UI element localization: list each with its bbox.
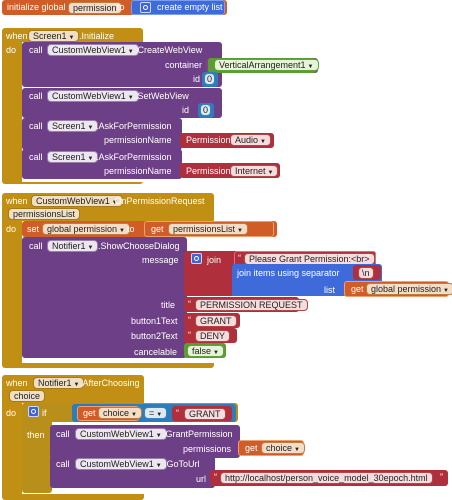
number-value-0[interactable]: 0 <box>204 73 216 85</box>
permission-name-label: permissionName <box>104 166 172 176</box>
customwebview1-dropdown[interactable]: CustomWebView1 ▼ <box>47 44 139 56</box>
call-label: call <box>29 91 43 101</box>
then-label: then <box>27 430 45 440</box>
cancelable-label: cancelable <box>134 347 178 357</box>
show-choose-dialog-method: .ShowChooseDialog <box>98 241 180 251</box>
title-param-label: title <box>161 300 176 310</box>
customwebview1-dropdown[interactable]: CustomWebView1 ▼ <box>75 458 167 470</box>
notifier1-dropdown[interactable]: Notifier1 ▼ <box>33 377 85 389</box>
if-label: if <box>42 408 47 418</box>
permissions-list-param[interactable]: permissionsList <box>8 208 81 220</box>
after-choosing-label: .AfterChoosing <box>80 378 140 388</box>
ask-for-permission-method: .AskForPermission <box>96 152 172 162</box>
mutator-gear-icon[interactable] <box>140 2 151 13</box>
grant-text-value[interactable]: GRANT <box>184 408 226 420</box>
call-label: call <box>29 45 43 55</box>
set-label: set <box>27 224 40 234</box>
url-text-value[interactable]: http://localhost/person_voice_model_30ep… <box>220 472 433 484</box>
call-label: call <box>56 459 70 469</box>
id-param-label: id <box>182 105 190 115</box>
get-label: get <box>83 408 96 418</box>
equals-operator-dropdown[interactable]: = ▼ <box>144 407 168 419</box>
quote-close-label: ” <box>366 253 369 263</box>
quote-open-label: “ <box>176 408 179 418</box>
customwebview1-dropdown[interactable]: CustomWebView1 ▼ <box>47 90 139 102</box>
screen1-component-dropdown[interactable]: Screen1 ▼ <box>28 30 80 42</box>
quote-open-label: “ <box>188 330 191 340</box>
init-to-label: to <box>117 2 125 12</box>
button1-text-label: button1Text <box>131 316 178 326</box>
notifier1-dropdown[interactable]: Notifier1 ▼ <box>47 240 99 252</box>
screen1-dropdown[interactable]: Screen1 ▼ <box>47 120 99 132</box>
choice-param[interactable]: choice <box>9 390 46 402</box>
call-label: call <box>56 429 70 439</box>
set-webview-method: .SetWebView <box>135 91 189 101</box>
global-var-name[interactable]: permission <box>68 2 122 14</box>
get-label: get <box>351 284 364 294</box>
initialize-event-label: .Initialize <box>79 31 115 41</box>
permission-enum-label: Permission <box>186 135 231 145</box>
mutator-gear-icon[interactable] <box>28 406 39 417</box>
screen1-dropdown[interactable]: Screen1 ▼ <box>47 151 99 163</box>
get-label: get <box>151 224 164 234</box>
permission-audio-dropdown[interactable]: Audio ▼ <box>230 134 271 146</box>
choice-dropdown[interactable]: choice ▼ <box>98 407 142 419</box>
false-dropdown[interactable]: false ▼ <box>187 345 224 357</box>
title-text-value[interactable]: PERMISSION REQUEST <box>195 299 308 311</box>
init-global-label: initialize global <box>7 2 66 12</box>
when-label: when <box>6 196 28 206</box>
to-label: to <box>127 224 135 234</box>
call-label: call <box>29 152 43 162</box>
separator-value[interactable]: \n <box>358 267 374 279</box>
quote-close-label: ” <box>440 472 443 482</box>
join-separator-label: join items using separator <box>237 268 340 278</box>
permissions-list-dropdown[interactable]: permissionsList ▼ <box>168 223 248 235</box>
do-label: do <box>6 224 17 234</box>
call-label: call <box>29 121 43 131</box>
mutator-gear-icon[interactable] <box>191 253 202 264</box>
vertical-arrangement-dropdown[interactable]: VerticalArrangement1 ▼ <box>214 59 319 71</box>
container-param-label: container <box>165 60 203 70</box>
message-param-label: message <box>142 255 179 265</box>
go-to-url-method: .GoToUrl <box>164 459 200 469</box>
create-webview-method: .CreateWebView <box>135 45 203 55</box>
join-label: join <box>207 255 222 265</box>
quote-open-label: “ <box>188 299 191 309</box>
quote-open-label: “ <box>214 472 217 482</box>
id-param-label: id <box>193 74 201 84</box>
permissions-param-label: permissions <box>183 444 232 454</box>
when-label: when <box>6 31 28 41</box>
global-permission-dropdown[interactable]: global permission ▼ <box>366 283 452 295</box>
permission-enum-label: Permission <box>186 166 231 176</box>
customwebview1-dropdown[interactable]: CustomWebView1 ▼ <box>31 195 123 207</box>
do-label: do <box>6 408 17 418</box>
get-label: get <box>245 443 258 453</box>
button2-text-value[interactable]: DENY <box>195 330 231 342</box>
global-permission-dropdown[interactable]: global permission ▼ <box>42 223 130 235</box>
on-permission-request-label: .OnPermissionRequest <box>112 196 205 206</box>
ask-for-permission-method: .AskForPermission <box>96 121 172 131</box>
choice-dropdown[interactable]: choice ▼ <box>261 442 305 454</box>
customwebview1-dropdown[interactable]: CustomWebView1 ▼ <box>75 428 167 440</box>
button1-text-value[interactable]: GRANT <box>195 315 237 327</box>
quote-open-label: “ <box>188 315 191 325</box>
permission-name-label: permissionName <box>104 135 172 145</box>
list-param-label: list <box>324 285 335 295</box>
button2-text-label: button2Text <box>131 331 178 341</box>
number-value-0[interactable]: 0 <box>200 104 212 116</box>
create-empty-list-label: create empty list <box>157 2 223 12</box>
url-param-label: url <box>196 474 207 484</box>
when-label: when <box>6 378 28 388</box>
grant-permission-method: .GrantPermission <box>163 429 233 439</box>
do-label: do <box>6 45 17 55</box>
permission-internet-dropdown[interactable]: Internet ▼ <box>230 165 279 177</box>
call-label: call <box>29 241 43 251</box>
quote-open-label: “ <box>238 253 241 263</box>
